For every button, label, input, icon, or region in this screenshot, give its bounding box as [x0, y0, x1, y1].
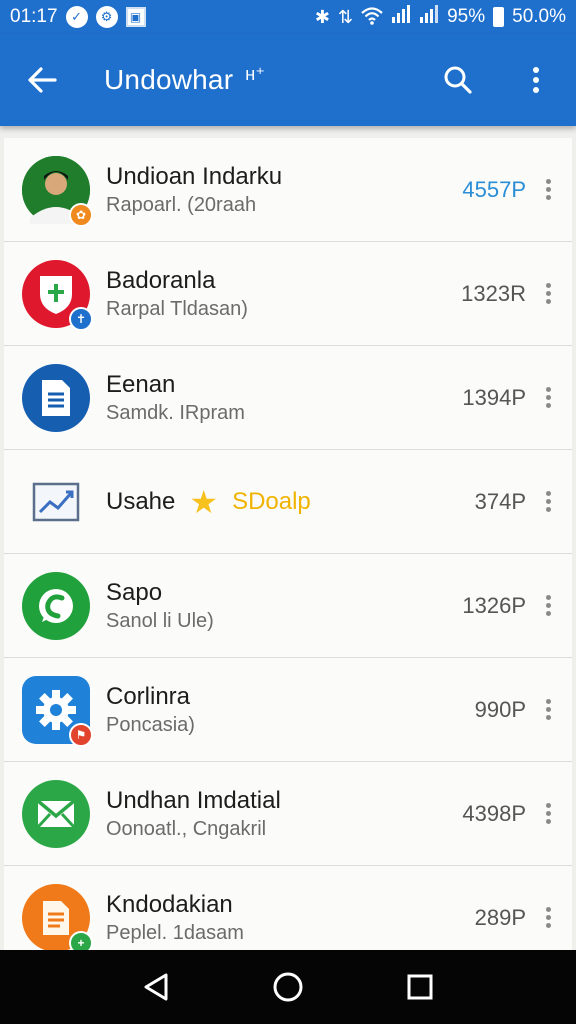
item-more-icon[interactable]: [540, 800, 556, 828]
list-item[interactable]: Undhan Imdatial Oonoatl., Cngakril 4398P: [4, 762, 572, 866]
person-avatar: ✿: [22, 155, 93, 227]
item-list: ✿ Undioan Indarku Rapoarl. (20raah 4557P…: [4, 138, 572, 950]
item-value: 374P: [474, 488, 526, 514]
home-circle-icon[interactable]: [266, 965, 310, 1009]
item-value: 4557P: [462, 176, 526, 202]
app-actions: [440, 62, 554, 98]
page-title-badge: ʜ⁺: [245, 64, 266, 84]
item-texts: Kndodakian Peplel. 1dasam: [106, 890, 244, 946]
signal-icon: [419, 5, 439, 29]
status-time: 01:17: [10, 6, 58, 27]
item-title: Usahe: [106, 487, 176, 515]
chat-phone-icon: [22, 571, 90, 640]
item-value: 289P: [474, 904, 526, 930]
battery-icon: [493, 7, 505, 27]
flag-badge-icon: ⚑: [69, 722, 93, 747]
item-subtitle: Oonoatl., Cngakril: [106, 817, 267, 840]
mail-icon: [22, 779, 90, 848]
plus-badge-icon: +: [69, 930, 93, 950]
status-right: ✱ ⇅ 95% 50.0%: [315, 5, 566, 29]
item-title: Sapo: [106, 578, 163, 606]
item-value: 990P: [474, 696, 526, 722]
recents-square-icon[interactable]: [398, 965, 442, 1009]
note-icon: +: [22, 883, 93, 950]
item-title: Kndodakian: [106, 890, 233, 918]
shield-plus-icon: ✝: [22, 259, 93, 331]
item-title: Corlinra: [106, 682, 191, 710]
signal-icon: [391, 5, 411, 29]
item-title: Undhan Imdatial: [106, 786, 281, 814]
item-more-icon[interactable]: [540, 176, 556, 204]
item-value: 4398P: [462, 800, 526, 826]
list-item[interactable]: ⚑ Corlinra Poncasia) 990P: [4, 658, 572, 762]
data-sync-icon: ⇅: [338, 7, 354, 27]
list-item[interactable]: Usahe ★ SDoalp 374P: [4, 450, 572, 554]
list-item[interactable]: ✝ Badoranla Rarpal Tldasan) 1323R: [4, 242, 572, 346]
app-bar: Undowhar ʜ⁺: [0, 34, 576, 126]
item-subtitle: Samdk. IRpram: [106, 401, 245, 424]
item-subtitle: Poncasia): [106, 713, 195, 736]
star-icon: ★: [189, 483, 219, 520]
list-item[interactable]: + Kndodakian Peplel. 1dasam 289P: [4, 866, 572, 950]
battery-percent-2: 50.0%: [512, 6, 566, 27]
list-item[interactable]: ✿ Undioan Indarku Rapoarl. (20raah 4557P: [4, 138, 572, 242]
page-title-text: Undowhar: [104, 64, 234, 95]
item-more-icon[interactable]: [540, 592, 556, 620]
settings-circle-icon: ⚙: [95, 6, 118, 28]
item-texts: Undioan Indarku Rapoarl. (20raah: [106, 162, 282, 218]
image-square-icon: ▣: [125, 7, 146, 27]
item-subtitle: Peplel. 1dasam: [106, 921, 244, 944]
gear-icon: ⚑: [22, 675, 93, 747]
item-texts: Badoranla Rarpal Tldasan): [106, 266, 248, 322]
cross-badge-icon: ✝: [69, 306, 93, 331]
wifi-icon: [361, 6, 383, 28]
status-bar: 01:17 ✓ ⚙ ▣ ✱ ⇅ 95% 50.0%: [0, 0, 576, 34]
item-title: Badoranla: [106, 266, 216, 294]
back-arrow-icon[interactable]: [22, 60, 62, 100]
more-vert-icon[interactable]: [518, 62, 554, 98]
flower-badge-icon: ✿: [69, 202, 93, 227]
search-icon[interactable]: [440, 62, 476, 98]
item-texts: Corlinra Poncasia): [106, 682, 195, 738]
list-item[interactable]: Eenan Samdk. IRpram 1394P: [4, 346, 572, 450]
item-title: Eenan: [106, 370, 176, 398]
item-more-icon[interactable]: [540, 488, 556, 516]
item-subtitle: Rarpal Tldasan): [106, 297, 248, 320]
trending-chart-icon: [22, 468, 90, 536]
item-more-icon[interactable]: [540, 696, 556, 724]
item-highlight: SDoalp: [232, 487, 311, 515]
document-icon: [22, 363, 90, 432]
back-triangle-icon[interactable]: [134, 965, 178, 1009]
battery-percent-1: 95%: [447, 6, 486, 27]
system-nav-bar: [0, 950, 576, 1024]
item-texts: Undhan Imdatial Oonoatl., Cngakril: [106, 786, 281, 842]
item-title-row: Usahe ★ SDoalp: [106, 486, 311, 518]
status-left: 01:17 ✓ ⚙ ▣: [10, 6, 146, 28]
item-value: 1394P: [462, 384, 526, 410]
item-subtitle: Sanol li Ule): [106, 609, 214, 632]
bluetooth-icon: ✱: [314, 7, 330, 27]
item-more-icon[interactable]: [540, 384, 556, 412]
item-texts: Usahe ★ SDoalp: [106, 486, 311, 518]
item-subtitle: Rapoarl. (20raah: [106, 193, 257, 216]
check-circle-icon: ✓: [65, 6, 88, 28]
item-value: 1323R: [461, 280, 526, 306]
item-title: Undioan Indarku: [106, 162, 283, 190]
item-texts: Sapo Sanol li Ule): [106, 578, 214, 634]
list-item[interactable]: Sapo Sanol li Ule) 1326P: [4, 554, 572, 658]
item-texts: Eenan Samdk. IRpram: [106, 370, 245, 426]
page-title: Undowhar ʜ⁺: [104, 64, 265, 96]
item-more-icon[interactable]: [540, 904, 556, 932]
item-value: 1326P: [462, 592, 526, 618]
item-more-icon[interactable]: [540, 280, 556, 308]
